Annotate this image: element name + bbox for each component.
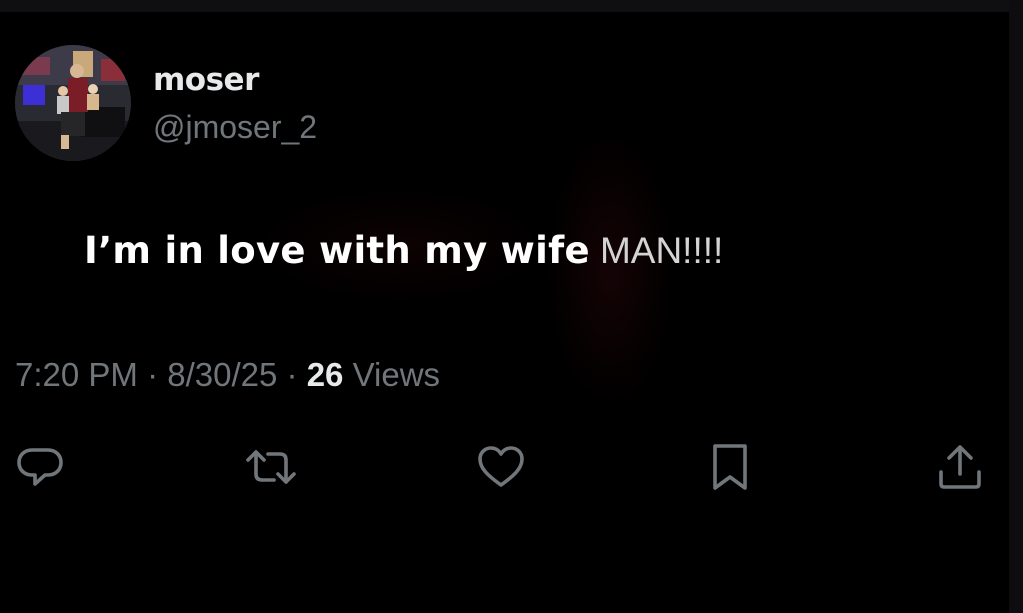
post-date[interactable]: 8/30/25 [167,356,277,393]
reply-icon [17,444,63,490]
author-handle[interactable]: @jmoser_2 [153,109,317,146]
tweet-card: moser @jmoser_2 I’m in love with my wife… [0,0,1009,613]
bookmark-icon [710,443,750,491]
post-text: I’m in love with my wife MAN!!!! [84,229,723,272]
meta-separator: · [147,356,159,393]
heart-icon [477,445,525,489]
like-button[interactable] [475,441,527,493]
views-count: 26 [306,356,344,393]
window-right-edge [1009,0,1023,613]
repost-icon [245,444,297,490]
avatar[interactable] [15,45,131,161]
reply-button[interactable] [14,441,66,493]
author-display-name[interactable]: moser [153,62,259,98]
views-label: Views [352,356,441,393]
repost-button[interactable] [245,441,297,493]
meta-separator: · [286,356,298,393]
share-button[interactable] [934,441,986,493]
post-meta: 7:20 PM · 8/30/25 · 26 Views [15,356,440,394]
share-icon [937,444,983,490]
post-time[interactable]: 7:20 PM [15,356,138,393]
bookmark-button[interactable] [704,441,756,493]
post-text-suffix: MAN!!!! [599,230,724,271]
post-text-main: I’m in love with my wife [84,229,590,272]
